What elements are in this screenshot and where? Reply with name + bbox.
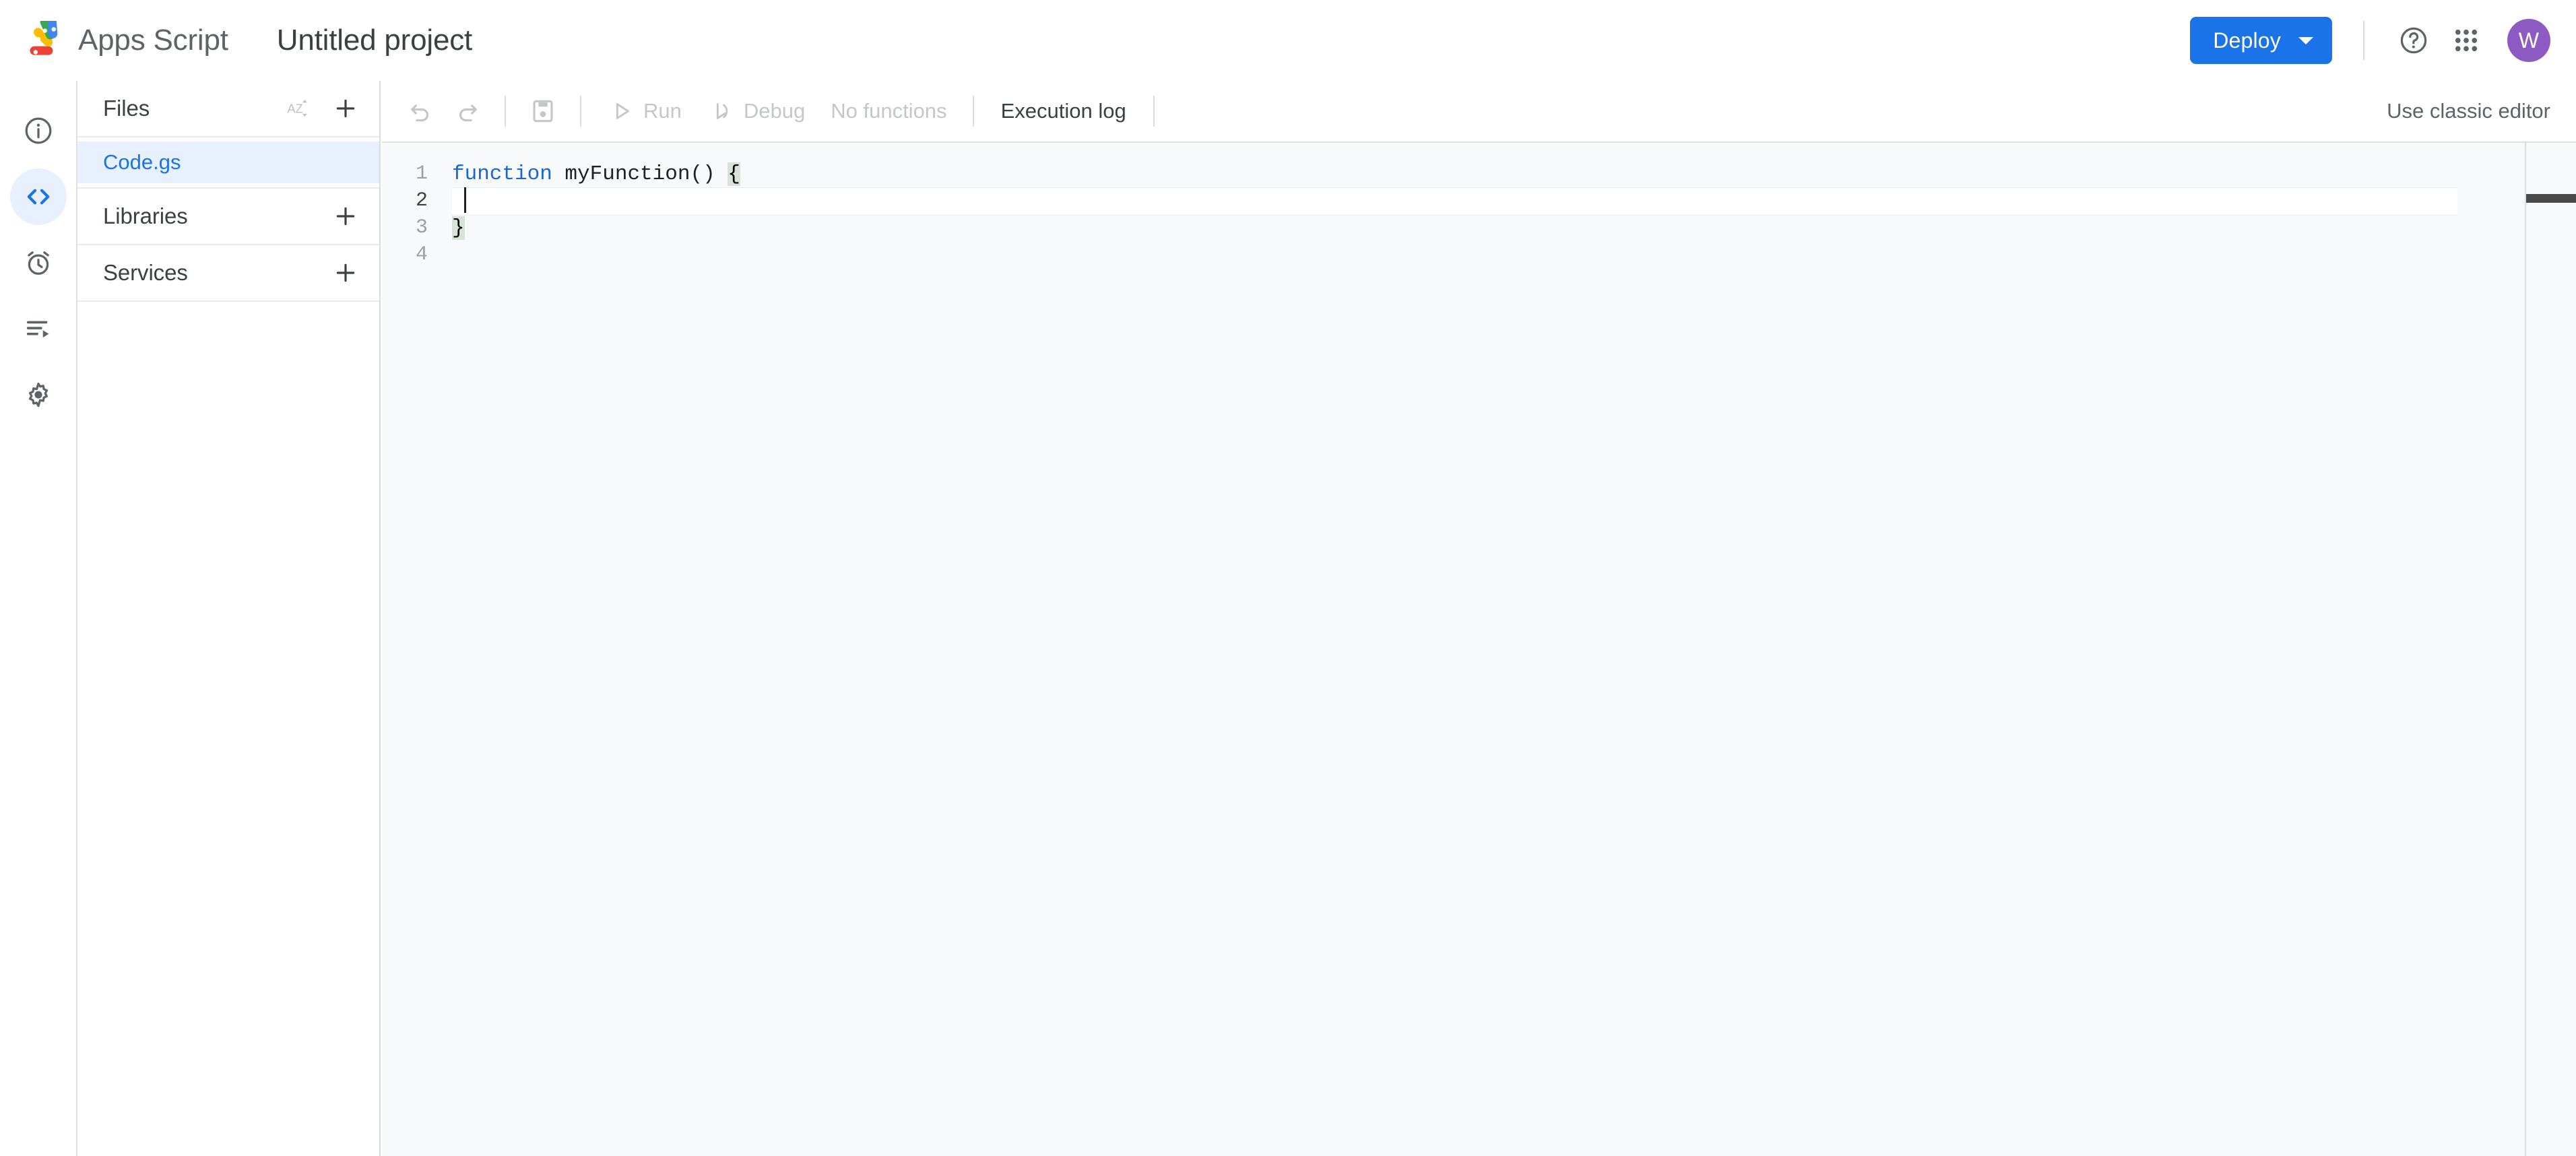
sidebar-item-project-settings[interactable] — [10, 366, 67, 423]
code-line[interactable]: 4 — [382, 241, 2576, 268]
executions-list-icon — [26, 321, 49, 338]
debug-button[interactable]: Debug — [695, 92, 818, 131]
app-header: Apps Script Untitled project Deploy W — [0, 0, 2576, 81]
toolbar-divider — [1153, 96, 1155, 127]
alarm-clock-icon — [27, 251, 49, 275]
plus-icon — [336, 99, 355, 118]
plus-icon — [336, 263, 355, 282]
libraries-section-title: Libraries — [103, 203, 188, 228]
page-title[interactable]: Untitled project — [277, 24, 472, 57]
editor-vertical-rule — [2525, 143, 2526, 1156]
services-section-actions — [327, 254, 364, 292]
brand-name: Apps Script — [78, 24, 228, 57]
code-token-keyword: function — [452, 162, 552, 186]
sort-az-icon: AZ — [287, 100, 307, 117]
function-select-label: No functions — [831, 99, 947, 123]
minimap-marker[interactable] — [2526, 194, 2576, 203]
code-brackets-icon — [27, 189, 49, 205]
use-classic-editor-link[interactable]: Use classic editor — [2387, 99, 2550, 123]
code-editor[interactable]: 1 function myFunction() { 2 3 } 4 — [382, 143, 2576, 1156]
svg-text:AZ: AZ — [287, 102, 302, 116]
code-token-open-brace: { — [728, 162, 740, 186]
files-panel: Files AZ Code.gs Libraries Services — [76, 81, 381, 1156]
line-number: 3 — [415, 216, 428, 239]
files-section-title: Files — [103, 96, 150, 121]
services-section-title: Services — [103, 260, 188, 285]
add-library-button[interactable] — [327, 197, 364, 235]
header-divider — [2363, 21, 2364, 60]
save-floppy-icon — [533, 100, 553, 123]
brand[interactable]: Apps Script — [24, 15, 228, 60]
run-label: Run — [643, 99, 682, 123]
code-token-close-brace: } — [452, 216, 465, 240]
sort-az-button[interactable]: AZ — [280, 90, 317, 127]
undo-button[interactable] — [399, 90, 441, 132]
sidebar-item-triggers[interactable] — [10, 234, 67, 291]
line-content[interactable] — [440, 189, 477, 213]
left-icon-rail — [0, 81, 76, 1156]
code-line[interactable]: 1 function myFunction() { — [382, 160, 2576, 187]
google-apps-button[interactable] — [2440, 14, 2492, 67]
line-content[interactable]: } — [440, 216, 465, 240]
sidebar-item-executions[interactable] — [10, 300, 67, 357]
file-item-code-gs[interactable]: Code.gs — [77, 141, 379, 183]
line-number: 1 — [415, 162, 428, 185]
deploy-button[interactable]: Deploy — [2190, 17, 2332, 64]
debug-label: Debug — [743, 99, 806, 123]
editor-toolbar: Run Debug No functions Execution log Use… — [382, 81, 2576, 143]
code-line[interactable]: 3 } — [382, 214, 2576, 241]
apps-grid-icon — [2455, 29, 2478, 52]
function-select[interactable]: No functions — [818, 92, 959, 130]
redo-button[interactable] — [447, 90, 488, 132]
deploy-label: Deploy — [2213, 28, 2281, 53]
undo-icon — [411, 104, 428, 122]
debug-icon — [716, 103, 728, 119]
sidebar-item-overview[interactable] — [10, 102, 67, 159]
add-service-button[interactable] — [327, 254, 364, 292]
code-line[interactable]: 2 — [382, 187, 2576, 216]
line-number: 4 — [415, 243, 428, 266]
help-button[interactable] — [2387, 14, 2440, 67]
execution-log-button[interactable]: Execution log — [988, 92, 1140, 130]
files-section-actions: AZ — [280, 90, 364, 127]
save-button[interactable] — [522, 90, 564, 132]
libraries-section-header[interactable]: Libraries — [77, 189, 379, 245]
gear-icon — [28, 382, 48, 408]
file-name: Code.gs — [103, 150, 181, 174]
code-lines[interactable]: 1 function myFunction() { 2 3 } 4 — [382, 143, 2576, 268]
help-circle-icon — [2400, 27, 2427, 54]
toolbar-divider — [580, 96, 581, 127]
file-list: Code.gs — [77, 137, 379, 189]
libraries-section-actions — [327, 197, 364, 235]
plus-icon — [336, 207, 355, 226]
info-circle-icon — [25, 117, 51, 144]
play-triangle-icon — [616, 103, 629, 119]
files-section-header: Files AZ — [77, 81, 379, 137]
run-button[interactable]: Run — [595, 92, 695, 131]
toolbar-divider — [972, 96, 974, 127]
chevron-down-icon — [2298, 36, 2313, 44]
apps-script-logo — [24, 15, 63, 60]
sidebar-item-editor[interactable] — [9, 168, 67, 225]
services-section-header[interactable]: Services — [77, 245, 379, 302]
redo-icon — [459, 104, 477, 122]
add-file-button[interactable] — [327, 90, 364, 127]
line-number: 2 — [415, 189, 428, 212]
avatar[interactable]: W — [2507, 19, 2550, 62]
code-token-identifier: myFunction() — [552, 162, 728, 186]
toolbar-divider — [505, 96, 506, 127]
execution-log-label: Execution log — [1000, 99, 1126, 123]
line-content[interactable]: function myFunction() { — [440, 162, 740, 186]
header-actions: Deploy W — [2190, 14, 2550, 67]
